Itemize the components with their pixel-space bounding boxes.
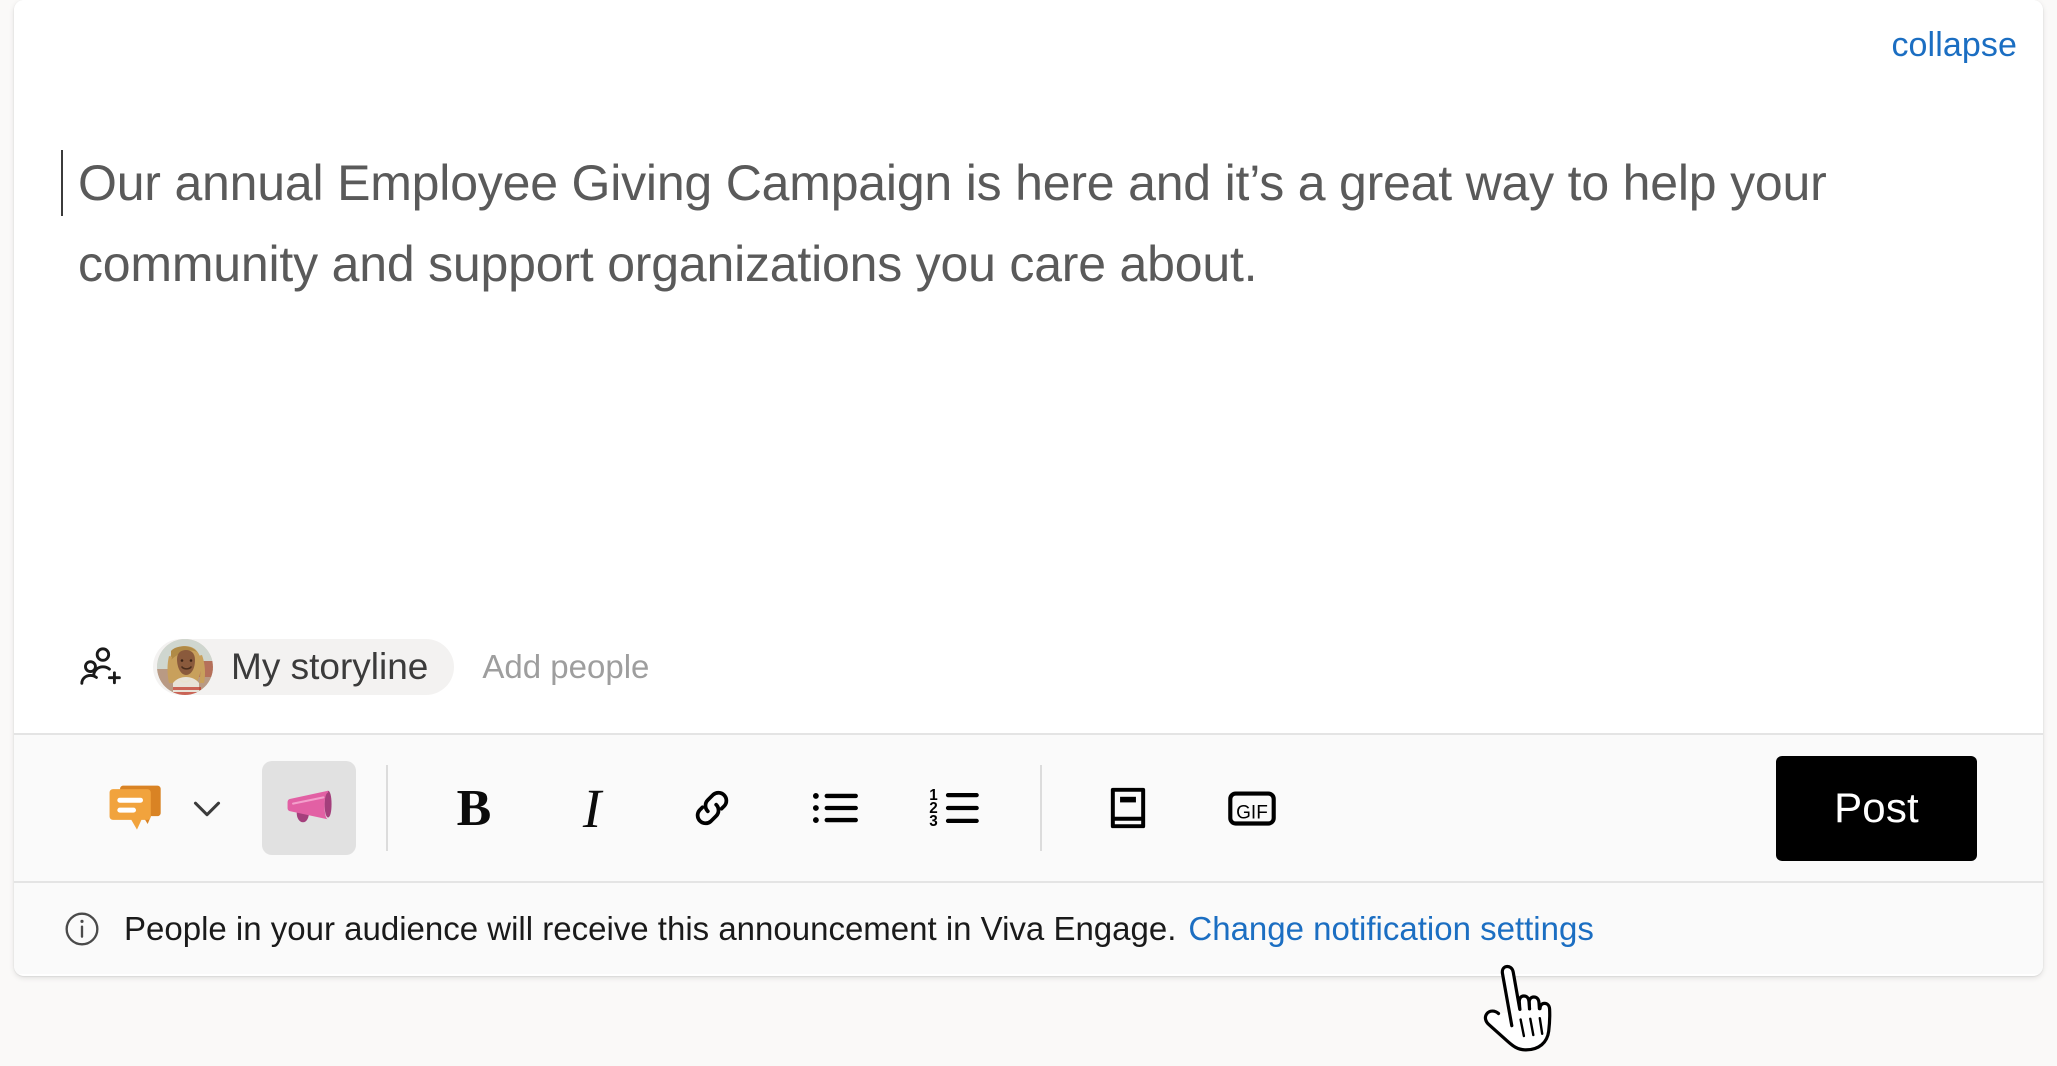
composer-toolbar: B I 1 2 3 GIF Post (14, 733, 2043, 881)
discussion-icon[interactable] (98, 770, 174, 846)
bulleted-list-icon[interactable] (796, 770, 872, 846)
bold-button[interactable]: B (436, 770, 512, 846)
collapse-link[interactable]: collapse (1891, 26, 2017, 65)
audience-row: My storyline Add people (78, 639, 649, 695)
composer-body: collapse Our annual Employee Giving Camp… (14, 0, 2043, 733)
toolbar-divider-1 (386, 765, 388, 851)
link-icon[interactable] (674, 770, 750, 846)
add-people-button[interactable]: Add people (482, 648, 649, 686)
avatar (157, 639, 213, 695)
notification-message: People in your audience will receive thi… (124, 909, 1177, 947)
chevron-down-icon[interactable] (180, 781, 234, 835)
post-text[interactable]: Our annual Employee Giving Campaign is h… (78, 143, 1933, 305)
post-editor[interactable]: Our annual Employee Giving Campaign is h… (78, 143, 1933, 305)
gif-button[interactable]: GIF (1214, 770, 1290, 846)
change-notification-settings-link[interactable]: Change notification settings (1188, 910, 1593, 948)
megaphone-icon[interactable] (262, 761, 356, 855)
toolbar-divider-2 (1040, 765, 1042, 851)
add-people-icon[interactable] (78, 644, 124, 690)
numbered-list-icon[interactable]: 1 2 3 (916, 770, 992, 846)
svg-text:3: 3 (929, 813, 937, 830)
svg-text:GIF: GIF (1236, 803, 1268, 824)
audience-chip-my-storyline[interactable]: My storyline (153, 639, 455, 695)
text-caret (61, 150, 63, 216)
book-icon[interactable] (1090, 770, 1166, 846)
announcement-composer-card: collapse Our annual Employee Giving Camp… (14, 0, 2043, 976)
notification-bar: People in your audience will receive thi… (14, 881, 2043, 974)
italic-button[interactable]: I (554, 770, 630, 846)
post-button[interactable]: Post (1776, 755, 1977, 861)
audience-chip-label: My storyline (231, 646, 429, 687)
info-icon (62, 909, 102, 949)
